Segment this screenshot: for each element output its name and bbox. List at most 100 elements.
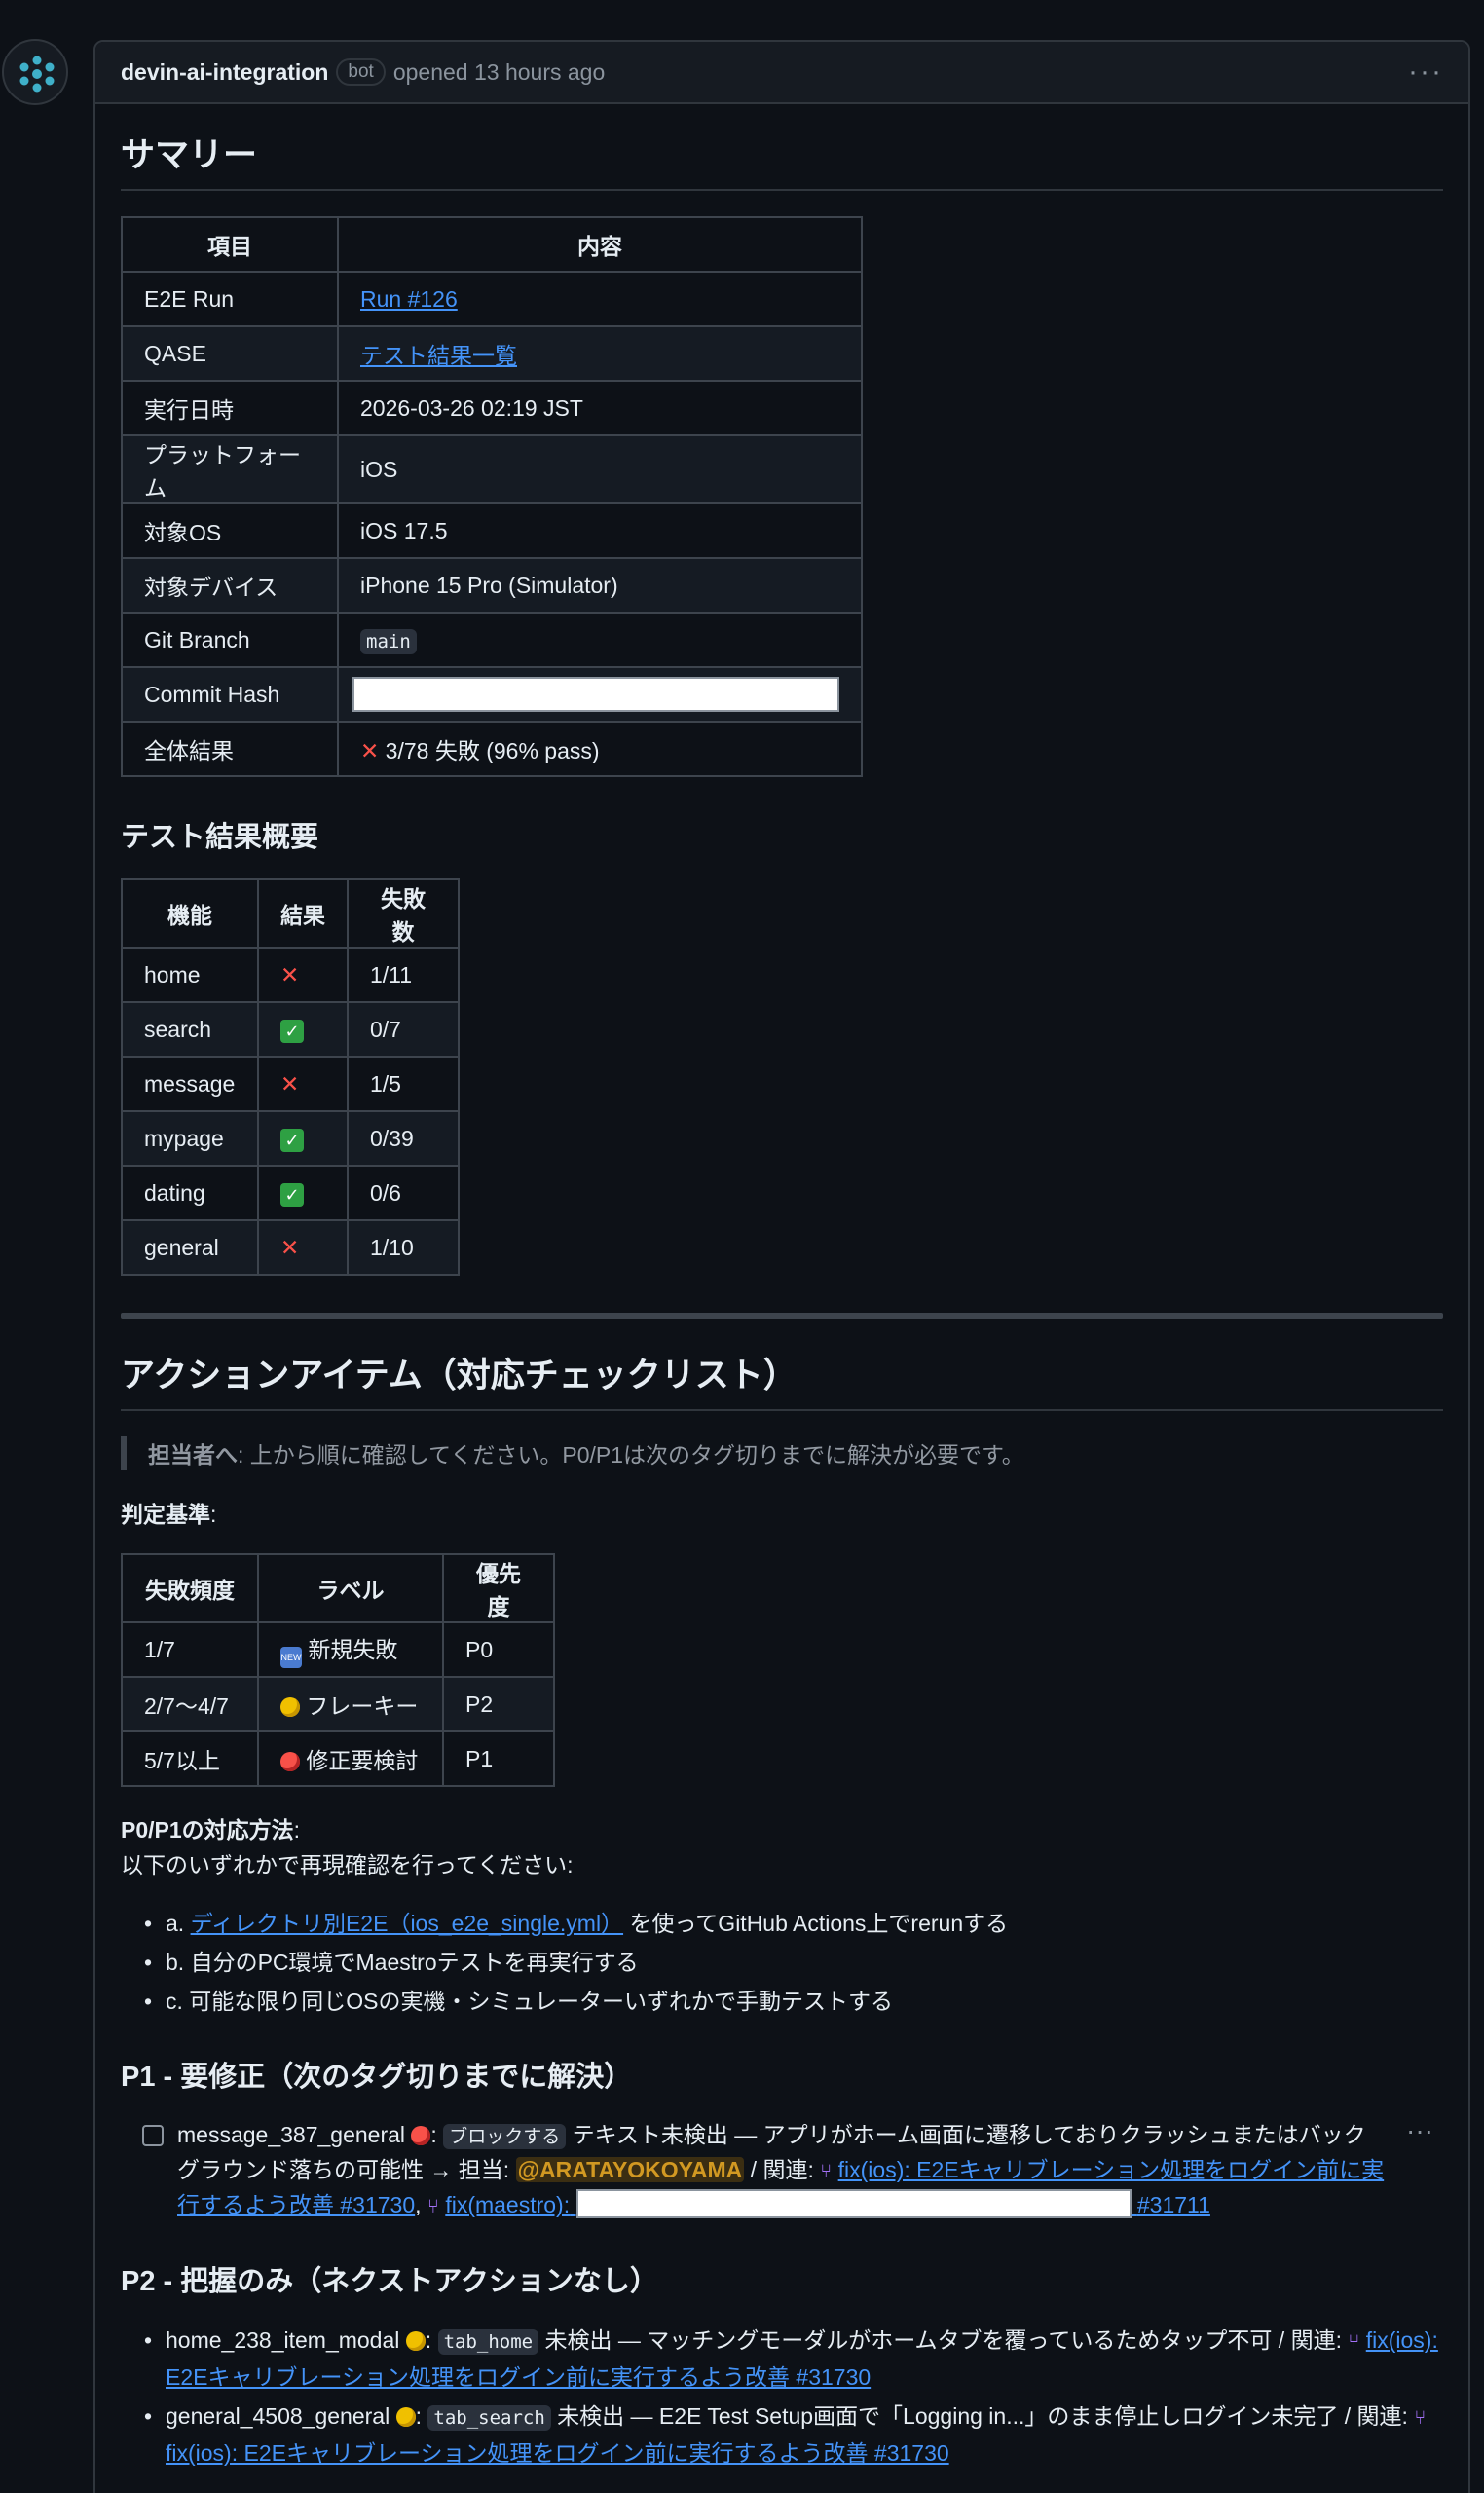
workflow-link[interactable]: ディレクトリ別E2E（ios_e2e_single.yml） xyxy=(191,1911,623,1936)
qase-link[interactable]: テスト結果一覧 xyxy=(360,343,517,368)
method-intro: 以下のいずれかで再現確認を行ってください: xyxy=(121,1852,574,1878)
fail-count: 0/7 xyxy=(347,1001,460,1058)
summary-key: Commit Hash xyxy=(121,666,339,723)
bot-badge: bot xyxy=(336,58,386,86)
table-row: 1/7 NEW 新規失敗 P0 xyxy=(121,1621,555,1678)
fail-count: 1/5 xyxy=(347,1056,460,1112)
table-row: home ✕ 1/11 xyxy=(121,947,460,1003)
summary-header-value: 内容 xyxy=(337,216,863,273)
method-a-suffix: を使ってGitHub Actions上でrerunする xyxy=(623,1911,1009,1936)
summary-key: E2E Run xyxy=(121,271,339,327)
cross-icon: ✕ xyxy=(280,961,300,987)
yellow-circle-icon xyxy=(405,2331,426,2351)
feature-name: mypage xyxy=(121,1110,259,1167)
e2e-run-link[interactable]: Run #126 xyxy=(360,286,458,312)
frequency: 2/7〜4/7 xyxy=(121,1676,259,1732)
criteria-label-cell: 修正要検討 xyxy=(306,1748,419,1773)
frequency: 1/7 xyxy=(121,1621,259,1678)
red-circle-icon xyxy=(280,1752,300,1771)
pull-request-icon: ⑂ xyxy=(1348,2331,1360,2353)
p2-heading: P2 - 把握のみ（ネクストアクションなし） xyxy=(121,2266,658,2297)
frequency: 5/7以上 xyxy=(121,1730,259,1787)
priority: P2 xyxy=(442,1676,555,1732)
results-header: 機能 xyxy=(121,878,259,949)
criteria-header: 失敗頻度 xyxy=(121,1553,259,1623)
summary-key: 全体結果 xyxy=(121,721,339,777)
criteria-table: 失敗頻度 ラベル 優先度 1/7 NEW 新規失敗 P0 2/7〜4/7 フレー… xyxy=(121,1553,555,1787)
feature-name: message xyxy=(121,1056,259,1112)
comment-menu-button[interactable]: ··· xyxy=(1408,56,1443,89)
related-label: / 関連: xyxy=(744,2157,821,2182)
table-row: 対象デバイス iPhone 15 Pro (Simulator) xyxy=(121,557,863,614)
list-item: general_4508_general : tab_search 未検出 — … xyxy=(121,2399,1443,2471)
summary-key: 対象デバイス xyxy=(121,557,339,614)
branch-code: main xyxy=(360,628,417,654)
method-label: P0/P1の対応方法: xyxy=(121,1817,301,1842)
results-header: 失敗数 xyxy=(347,878,460,949)
table-row: 5/7以上 修正要検討 P1 xyxy=(121,1730,555,1787)
feature-name: home xyxy=(121,947,259,1003)
comment-header: devin-ai-integration bot opened 13 hours… xyxy=(95,42,1468,104)
summary-value: iOS 17.5 xyxy=(337,502,863,559)
pull-request-icon: ⑂ xyxy=(1414,2407,1427,2429)
method-a-prefix: a. xyxy=(166,1911,191,1936)
results-heading: テスト結果概要 xyxy=(121,822,319,853)
criteria-header: 優先度 xyxy=(442,1553,555,1623)
test-name: home_238_item_modal xyxy=(166,2327,400,2353)
table-row: message ✕ 1/5 xyxy=(121,1056,460,1112)
check-icon: ✓ xyxy=(280,1182,304,1207)
pr-title-redacted xyxy=(575,2189,1132,2218)
cross-icon: ✕ xyxy=(280,1070,300,1097)
check-icon: ✓ xyxy=(280,1128,304,1152)
criteria-label-cell: 新規失敗 xyxy=(308,1637,398,1662)
table-row: general ✕ 1/10 xyxy=(121,1219,460,1276)
priority: P0 xyxy=(442,1621,555,1678)
criteria-label: 判定基準: xyxy=(121,1502,217,1527)
opened-timestamp: opened 13 hours ago xyxy=(392,58,606,85)
table-row: 実行日時 2026-03-26 02:19 JST xyxy=(121,380,863,436)
summary-header-key: 項目 xyxy=(121,216,339,273)
cross-icon: ✕ xyxy=(360,738,380,763)
assignee-mention[interactable]: @ARATAYOKOYAMA xyxy=(515,2157,745,2182)
pull-request-icon: ⑂ xyxy=(427,2196,439,2217)
table-row: Git Branch main xyxy=(121,612,863,668)
author-name[interactable]: devin-ai-integration xyxy=(121,59,328,86)
summary-heading: サマリー xyxy=(121,128,1443,191)
summary-key: Git Branch xyxy=(121,612,339,668)
cross-icon: ✕ xyxy=(280,1234,300,1260)
method-label-text: P0/P1の対応方法 xyxy=(121,1817,294,1842)
pr-number: #31711 xyxy=(1136,2192,1210,2217)
pr-link-31711[interactable]: fix(maestro): #31711 xyxy=(445,2189,1210,2218)
element-code: tab_search xyxy=(427,2405,551,2431)
pr-title-prefix: fix(maestro): xyxy=(445,2192,571,2217)
summary-key: QASE xyxy=(121,325,339,382)
task-description: 未検出 — E2E Test Setup画面で「Logging in...」のま… xyxy=(550,2403,1415,2429)
feature-name: dating xyxy=(121,1165,259,1221)
p2-list: home_238_item_modal : tab_home 未検出 — マッチ… xyxy=(121,2323,1443,2471)
criteria-label-text: 判定基準 xyxy=(121,1502,210,1527)
summary-value: ✕ 3/78 失敗 (96% pass) xyxy=(337,721,863,777)
pull-request-icon: ⑂ xyxy=(820,2161,833,2182)
table-row: search ✓ 0/7 xyxy=(121,1001,460,1058)
summary-key: プラットフォーム xyxy=(121,434,339,504)
list-item: a. ディレクトリ別E2E（ios_e2e_single.yml） を使ってGi… xyxy=(121,1904,1443,1943)
fail-count: 1/11 xyxy=(347,947,460,1003)
task-menu-button[interactable]: ··· xyxy=(1406,2114,1433,2147)
table-row: プラットフォーム iOS xyxy=(121,434,863,504)
yellow-circle-icon xyxy=(280,1697,300,1717)
fail-count: 0/39 xyxy=(347,1110,460,1167)
table-row: dating ✓ 0/6 xyxy=(121,1165,460,1221)
priority: P1 xyxy=(442,1730,555,1787)
table-row: E2E Run Run #126 xyxy=(121,271,863,327)
element-code: ブロックする xyxy=(443,2124,567,2149)
pr-link-31730[interactable]: fix(ios): E2Eキャリブレーション処理をログイン前に実行するよう改善 … xyxy=(166,2440,949,2466)
task-description: 未検出 — マッチングモーダルがホームタブを覆っているためタップ不可 / 関連: xyxy=(538,2327,1349,2353)
element-code: tab_home xyxy=(437,2329,539,2355)
summary-table: 項目 内容 E2E Run Run #126 QASE テスト結果一覧 実行日時… xyxy=(121,216,863,777)
note-label: 担当者へ xyxy=(148,1442,238,1468)
issue-comment-card: devin-ai-integration bot opened 13 hours… xyxy=(93,40,1470,2493)
list-item: home_238_item_modal : tab_home 未検出 — マッチ… xyxy=(121,2323,1443,2395)
task-checkbox[interactable] xyxy=(142,2125,164,2146)
author-avatar[interactable] xyxy=(2,39,68,105)
check-icon: ✓ xyxy=(280,1019,304,1043)
